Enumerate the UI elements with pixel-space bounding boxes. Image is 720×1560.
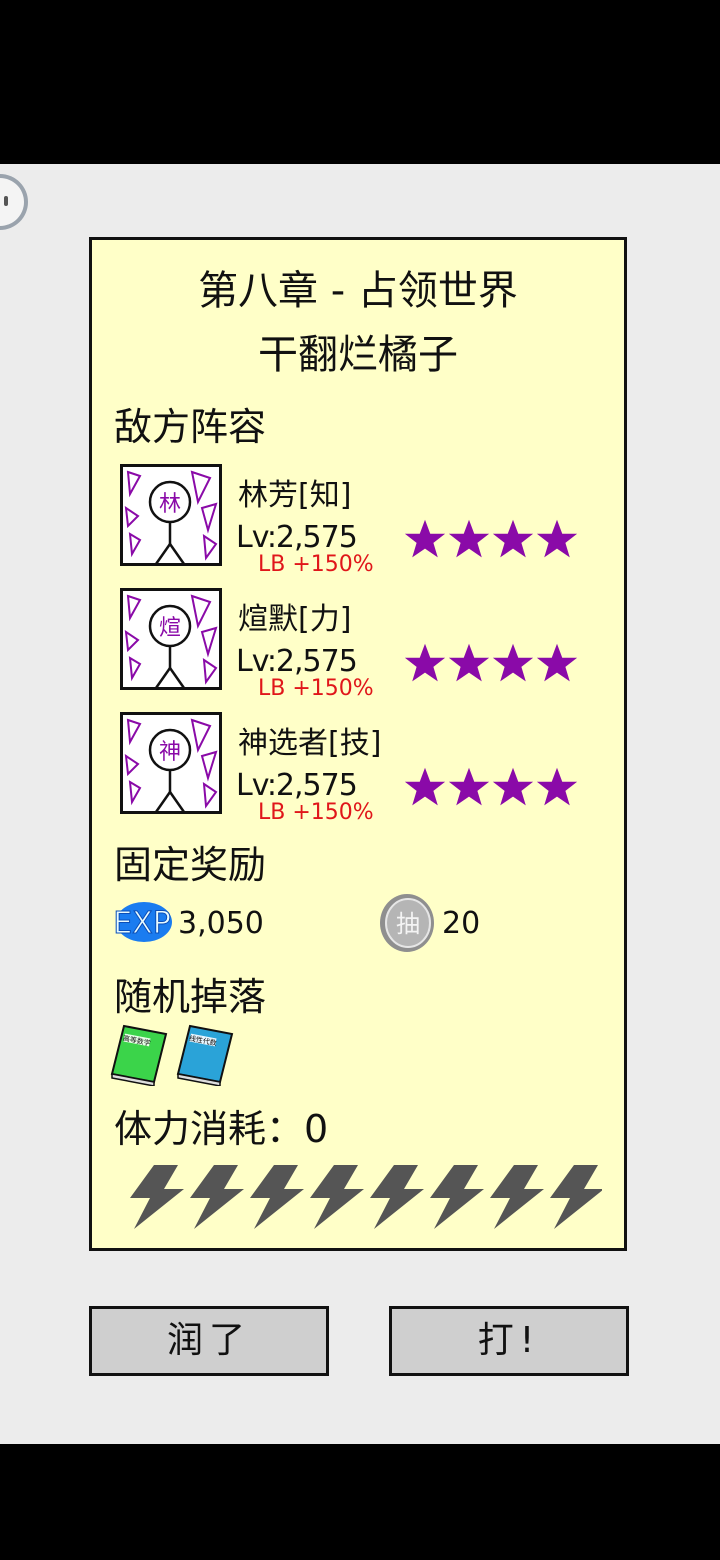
retreat-button[interactable]: 润了	[89, 1306, 329, 1376]
enemy-portrait-icon: 神	[120, 712, 222, 814]
star-icon	[404, 767, 446, 806]
enemy-star-rating	[404, 642, 578, 686]
svg-text:抽: 抽	[396, 910, 420, 938]
enemy-limit-break: LB +150%	[258, 552, 374, 577]
enemy-limit-break: LB +150%	[258, 800, 374, 825]
lightning-bolt-icon	[310, 1165, 364, 1229]
random-drop-title: 随机掉落	[114, 975, 267, 1019]
star-icon	[404, 519, 446, 558]
star-icon	[492, 643, 534, 682]
enemy-level: Lv:2,575	[236, 644, 358, 679]
floating-assistant-icon[interactable]	[0, 172, 30, 232]
star-icon	[404, 643, 446, 682]
enemy-name: 神选者[技]	[238, 726, 382, 761]
svg-text:煊: 煊	[159, 616, 181, 641]
enemy-limit-break: LB +150%	[258, 676, 374, 701]
enemy-row[interactable]: 煊 煊默[力] Lv:2,575 LB +150%	[120, 588, 620, 701]
stage-info-card: 第八章 - 占领世界 干翻烂橘子 敌方阵容 林 林芳[知] Lv:2,575 L…	[89, 237, 627, 1251]
enemy-name: 林芳[知]	[238, 478, 352, 513]
star-icon	[448, 519, 490, 558]
star-icon	[448, 643, 490, 682]
exp-reward-value: 3,050	[178, 906, 264, 941]
lightning-bolt-icon	[430, 1165, 484, 1229]
blue-book-icon[interactable]: 线性代数	[176, 1024, 234, 1086]
svg-text:神: 神	[159, 740, 181, 765]
star-icon	[536, 519, 578, 558]
gacha-coin-icon: 抽	[380, 894, 434, 952]
star-icon	[492, 767, 534, 806]
chapter-title: 第八章 - 占领世界	[198, 268, 518, 314]
lightning-bolt-icon	[130, 1165, 184, 1229]
stamina-bolt-row	[130, 1165, 602, 1229]
enemy-star-rating	[404, 518, 578, 562]
stamina-cost-value: 0	[304, 1107, 329, 1151]
enemy-section-title: 敌方阵容	[114, 405, 267, 449]
fixed-reward-title: 固定奖励	[114, 843, 267, 887]
stamina-cost-label: 体力消耗：	[114, 1107, 305, 1151]
stamina-cost: 体力消耗：0	[114, 1098, 328, 1153]
svg-text:林: 林	[159, 492, 181, 517]
star-icon	[536, 643, 578, 682]
enemy-portrait-icon: 煊	[120, 588, 222, 690]
enemy-name: 煊默[力]	[238, 602, 352, 637]
enemy-level: Lv:2,575	[236, 520, 358, 555]
enemy-row[interactable]: 神 神选者[技] Lv:2,575 LB +150%	[120, 712, 620, 825]
exp-icon: EXP	[113, 902, 172, 942]
star-icon	[536, 767, 578, 806]
enemy-portrait-icon: 林	[120, 464, 222, 566]
enemy-level: Lv:2,575	[236, 768, 358, 803]
enemy-star-rating	[404, 766, 578, 810]
enemy-row[interactable]: 林 林芳[知] Lv:2,575 LB +150%	[120, 464, 620, 577]
lightning-bolt-icon	[190, 1165, 244, 1229]
lightning-bolt-icon	[490, 1165, 544, 1229]
svg-text:EXP: EXP	[113, 906, 171, 941]
lightning-bolt-icon	[250, 1165, 304, 1229]
star-icon	[448, 767, 490, 806]
star-icon	[492, 519, 534, 558]
green-book-icon[interactable]: 高等数学	[110, 1024, 168, 1086]
coin-reward-value: 20	[442, 906, 481, 941]
lightning-bolt-icon	[550, 1165, 602, 1229]
fight-button[interactable]: 打!	[389, 1306, 629, 1376]
lightning-bolt-icon	[370, 1165, 424, 1229]
stage-title: 干翻烂橘子	[258, 332, 458, 378]
